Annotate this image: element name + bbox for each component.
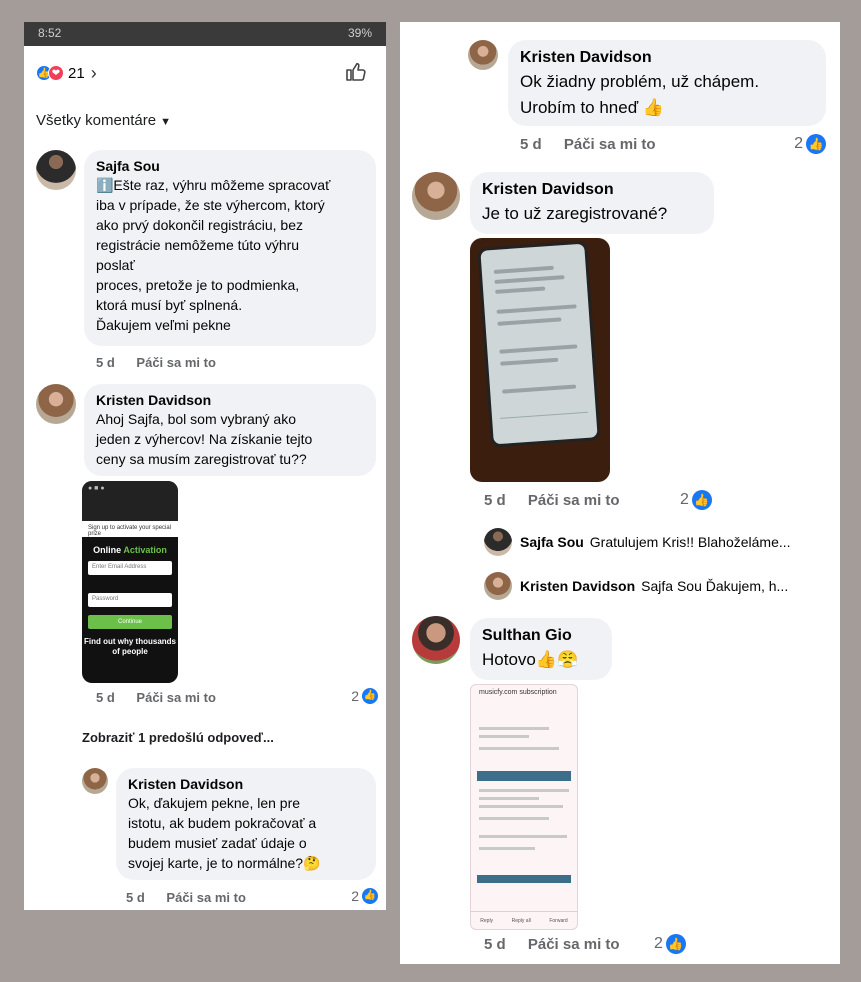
comment-screenshot-attachment[interactable]: musicfy.com subscription Reply Reply all…	[470, 684, 578, 930]
comment-actions: 5 d Páči sa mi to	[96, 690, 216, 705]
comment-author[interactable]: Sulthan Gio	[482, 625, 600, 647]
attachment-footer-text: Find out why thousands of people	[84, 637, 176, 656]
comment-actions: 5 d Páči sa mi to	[484, 492, 620, 509]
reply-like-count[interactable]: 2 👍	[351, 888, 378, 904]
love-reaction-icon: ❤	[48, 65, 64, 81]
attachment-browser-bar: ● ■ ●	[82, 481, 178, 521]
avatar-kristen-davidson[interactable]	[412, 172, 460, 220]
comment-actions: 5 d Páči sa mi to	[96, 355, 216, 370]
like-count-value: 2	[351, 888, 359, 904]
attachment-title: Online Activation	[82, 545, 178, 555]
attachment-password-field: Password	[88, 593, 172, 607]
comment-author[interactable]: Kristen Davidson	[482, 179, 702, 201]
comment-bubble: Kristen Davidson Je to už zaregistrované…	[470, 172, 714, 234]
attachment-mail-nav: Reply Reply all Forward	[471, 911, 577, 929]
reply-author: Sajfa Sou	[520, 534, 584, 550]
status-battery: 39%	[347, 26, 372, 40]
like-icon: 👍	[665, 934, 686, 954]
like-comment-button[interactable]: Páči sa mi to	[564, 136, 656, 153]
reply-actions: 5 d Páči sa mi to	[126, 890, 246, 905]
right-screenshot-panel: Kristen Davidson Ok žiadny problém, už c…	[400, 22, 840, 964]
comment-photo-attachment[interactable]	[470, 238, 610, 482]
comment-time: 5 d	[96, 690, 115, 705]
chevron-right-icon: ›	[90, 62, 97, 83]
like-post-button[interactable]	[344, 60, 368, 84]
like-icon: 👍	[691, 490, 712, 510]
like-count-value: 2	[680, 491, 689, 508]
comments-filter-label: Všetky komentáre	[36, 112, 157, 129]
reply-bubble: Kristen Davidson Ok, ďakujem pekne, len …	[116, 768, 376, 880]
attachment-continue-button: Continue	[88, 615, 172, 629]
comment-bubble: Sajfa Sou ℹ️Ešte raz, výhru môžeme sprac…	[84, 150, 376, 346]
status-bar: 8:52 39%	[24, 22, 386, 46]
chevron-down-icon: ▼	[160, 116, 171, 128]
avatar-sajfa-sou[interactable]	[36, 150, 76, 190]
comment-time: 5 d	[484, 492, 506, 509]
reactions-summary[interactable]: 👍 ❤ 21 ›	[36, 62, 97, 84]
like-comment-button[interactable]: Páči sa mi to	[528, 492, 620, 509]
photo-phone-screen	[477, 240, 601, 448]
like-icon: 👍	[806, 134, 826, 154]
comment-image-attachment[interactable]: ● ■ ● Sign up to activate your special p…	[82, 481, 178, 683]
reply-text: Gratulujem Kris!! Blahoželáme...	[589, 534, 791, 550]
like-icon: 👍	[362, 688, 378, 704]
attachment-email-title: musicfy.com subscription	[479, 689, 557, 696]
like-comment-button[interactable]: Páči sa mi to	[528, 936, 620, 953]
avatar-sulthan-gio[interactable]	[412, 616, 460, 664]
reply-text: Ok, ďakujem pekne, len pre istotu, ak bu…	[128, 795, 321, 871]
comment-author[interactable]: Sajfa Sou	[96, 157, 364, 175]
comment-text: Hotovo👍😤	[482, 650, 579, 669]
avatar-kristen-davidson[interactable]	[82, 768, 108, 794]
reply-time: 5 d	[126, 890, 145, 905]
comment-text: Ok žiadny problém, už chápem. Urobím to …	[520, 72, 760, 117]
attachment-warning-text: Sign up to activate your special prize	[82, 521, 178, 537]
avatar-sajfa-sou	[484, 528, 512, 556]
comment-bubble: Kristen Davidson Ok žiadny problém, už c…	[508, 40, 826, 126]
reply-preview[interactable]: Kristen Davidson Sajfa Sou Ďakujem, h...	[484, 572, 788, 600]
attachment-field-label	[88, 581, 172, 587]
comment-like-count[interactable]: 2 👍	[351, 688, 378, 704]
comment-text: Je to už zaregistrované?	[482, 204, 668, 223]
comments-filter-dropdown[interactable]: Všetky komentáre ▼	[36, 112, 171, 129]
reply-author: Kristen Davidson	[520, 578, 636, 594]
reply-preview[interactable]: Sajfa Sou Gratulujem Kris!! Blahoželáme.…	[484, 528, 791, 556]
comment-actions: 5 d Páči sa mi to	[520, 136, 656, 153]
reply-author[interactable]: Kristen Davidson	[128, 775, 364, 793]
status-time: 8:52	[38, 26, 62, 40]
attachment-nav-reply-all: Reply all	[511, 917, 531, 924]
left-screenshot-panel: 8:52 39% 👍 ❤ 21 › Všetky komentáre ▼ Sajf…	[24, 22, 386, 910]
attachment-email-field: Enter Email Address	[88, 561, 172, 575]
like-comment-button[interactable]: Páči sa mi to	[136, 690, 215, 705]
like-count-value: 2	[794, 135, 803, 152]
reply-text: Sajfa Sou Ďakujem, h...	[641, 578, 789, 594]
like-count-value: 2	[351, 688, 359, 704]
comment-bubble: Sulthan Gio Hotovo👍😤	[470, 618, 612, 680]
like-count-value: 2	[654, 935, 663, 952]
attachment-nav-forward: Forward	[549, 917, 568, 924]
attachment-title-a: Online	[93, 545, 122, 555]
like-icon: 👍	[362, 888, 378, 904]
comment-time: 5 d	[96, 355, 115, 370]
comment-time: 5 d	[484, 936, 506, 953]
avatar-kristen-davidson	[484, 572, 512, 600]
comment-time: 5 d	[520, 136, 542, 153]
comment-like-count[interactable]: 2 👍	[794, 134, 826, 154]
view-previous-replies-link[interactable]: Zobraziť 1 predošlú odpoveď...	[82, 730, 274, 745]
avatar-kristen-davidson[interactable]	[36, 384, 76, 424]
comment-author[interactable]: Kristen Davidson	[96, 391, 364, 409]
avatar-kristen-davidson[interactable]	[468, 40, 498, 70]
like-reply-button[interactable]: Páči sa mi to	[166, 890, 245, 905]
attachment-title-b: Activation	[123, 545, 167, 555]
like-comment-button[interactable]: Páči sa mi to	[136, 355, 215, 370]
reaction-count: 21	[68, 64, 85, 82]
comment-bubble: Kristen Davidson Ahoj Sajfa, bol som vyb…	[84, 384, 376, 476]
comment-like-count[interactable]: 2 👍	[680, 490, 712, 510]
comment-text: Ahoj Sajfa, bol som vybraný ako jeden z …	[96, 411, 313, 467]
comment-like-count[interactable]: 2 👍	[654, 934, 686, 954]
comment-actions: 5 d Páči sa mi to	[484, 936, 620, 953]
thumbs-up-icon	[346, 62, 366, 81]
comment-text: ℹ️Ešte raz, výhru môžeme spracovať iba v…	[96, 177, 331, 333]
attachment-nav-reply: Reply	[480, 917, 494, 924]
comment-author[interactable]: Kristen Davidson	[520, 47, 814, 69]
